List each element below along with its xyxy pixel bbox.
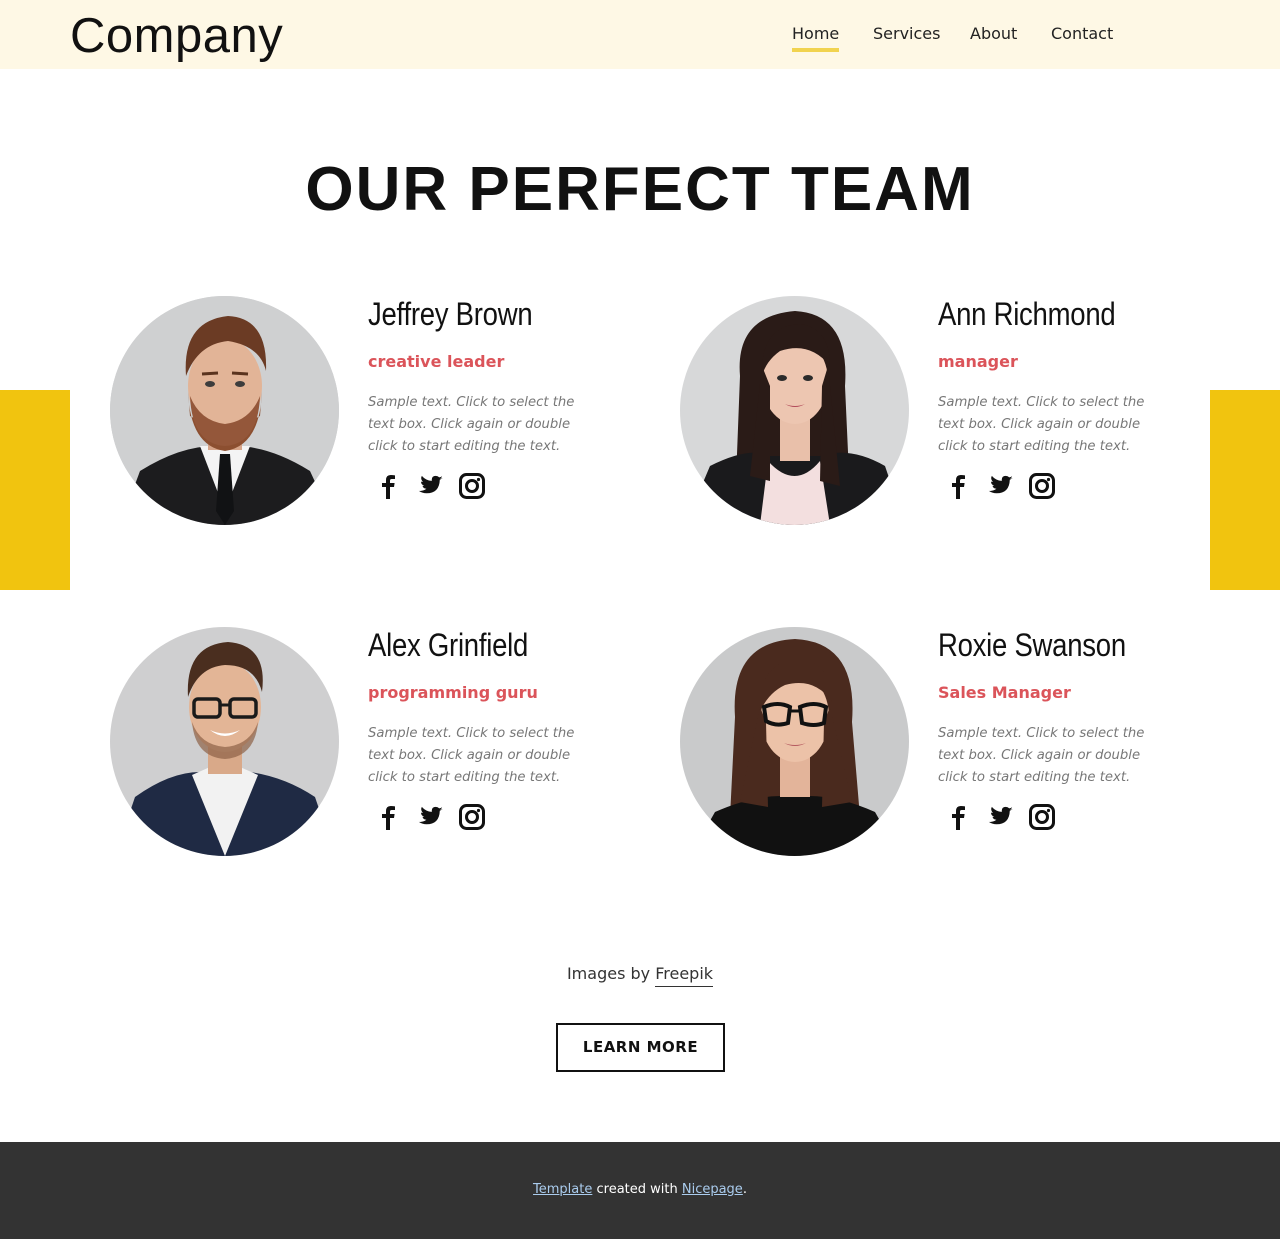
nav-item-about[interactable]: About <box>970 24 1017 43</box>
nav-active-indicator <box>792 48 840 52</box>
twitter-icon[interactable] <box>986 803 1014 831</box>
template-link[interactable]: Template <box>533 1182 592 1197</box>
facebook-icon[interactable] <box>944 472 972 500</box>
facebook-icon[interactable] <box>374 472 402 500</box>
member-description[interactable]: Sample text. Click to select the text bo… <box>938 392 1160 458</box>
team-member-card: Alex Grinfield programming guru Sample t… <box>110 627 630 859</box>
facebook-icon[interactable] <box>944 803 972 831</box>
nicepage-link[interactable]: Nicepage <box>682 1182 743 1197</box>
nav-item-label: Services <box>873 24 941 43</box>
member-description[interactable]: Sample text. Click to select the text bo… <box>368 723 590 789</box>
member-role: manager <box>938 352 1018 371</box>
nav-item-label: Contact <box>1051 24 1114 43</box>
member-photo <box>110 296 339 525</box>
nav-item-services[interactable]: Services <box>873 24 940 43</box>
footer-credit: Template created with Nicepage. <box>0 1182 1280 1197</box>
member-role: creative leader <box>368 352 505 371</box>
team-member-card: Jeffrey Brown creative leader Sample tex… <box>110 296 630 528</box>
nav-item-home[interactable]: Home <box>792 24 840 52</box>
instagram-icon[interactable] <box>1028 803 1056 831</box>
left-accent-bar <box>0 390 70 590</box>
site-footer: Template created with Nicepage. <box>0 1142 1280 1239</box>
credit-prefix: Images by <box>566 964 651 983</box>
section-title: OUR PERFECT TEAM <box>305 155 975 224</box>
member-name: Ann Richmond <box>938 296 1116 332</box>
facebook-icon[interactable] <box>374 803 402 831</box>
freepik-link[interactable]: Freepik <box>655 964 714 987</box>
footer-suffix: . <box>742 1182 747 1197</box>
member-description[interactable]: Sample text. Click to select the text bo… <box>938 723 1160 789</box>
team-member-card: Roxie Swanson Sales Manager Sample text.… <box>680 627 1200 859</box>
nav-item-label: Home <box>792 24 840 43</box>
twitter-icon[interactable] <box>986 472 1014 500</box>
team-member-card: Ann Richmond manager Sample text. Click … <box>680 296 1200 528</box>
member-role: programming guru <box>368 683 538 702</box>
site-header: Company Home Services About Contact <box>0 0 1280 69</box>
member-photo <box>680 627 909 856</box>
learn-more-button[interactable]: LEARN MORE <box>556 1023 725 1072</box>
member-photo <box>680 296 909 525</box>
twitter-icon[interactable] <box>416 803 444 831</box>
right-accent-bar <box>1210 390 1280 590</box>
member-name: Roxie Swanson <box>938 627 1126 663</box>
nav-item-contact[interactable]: Contact <box>1051 24 1113 43</box>
twitter-icon[interactable] <box>416 472 444 500</box>
image-credit: Images by Freepik <box>0 964 1280 987</box>
site-logo[interactable]: Company <box>70 8 283 64</box>
member-name: Jeffrey Brown <box>368 296 533 332</box>
member-photo <box>110 627 339 856</box>
member-name: Alex Grinfield <box>368 627 529 663</box>
instagram-icon[interactable] <box>458 803 486 831</box>
member-role: Sales Manager <box>938 683 1071 702</box>
member-description[interactable]: Sample text. Click to select the text bo… <box>368 392 590 458</box>
instagram-icon[interactable] <box>458 472 486 500</box>
nav-item-label: About <box>970 24 1018 43</box>
footer-middle-text: created with <box>592 1182 682 1197</box>
instagram-icon[interactable] <box>1028 472 1056 500</box>
